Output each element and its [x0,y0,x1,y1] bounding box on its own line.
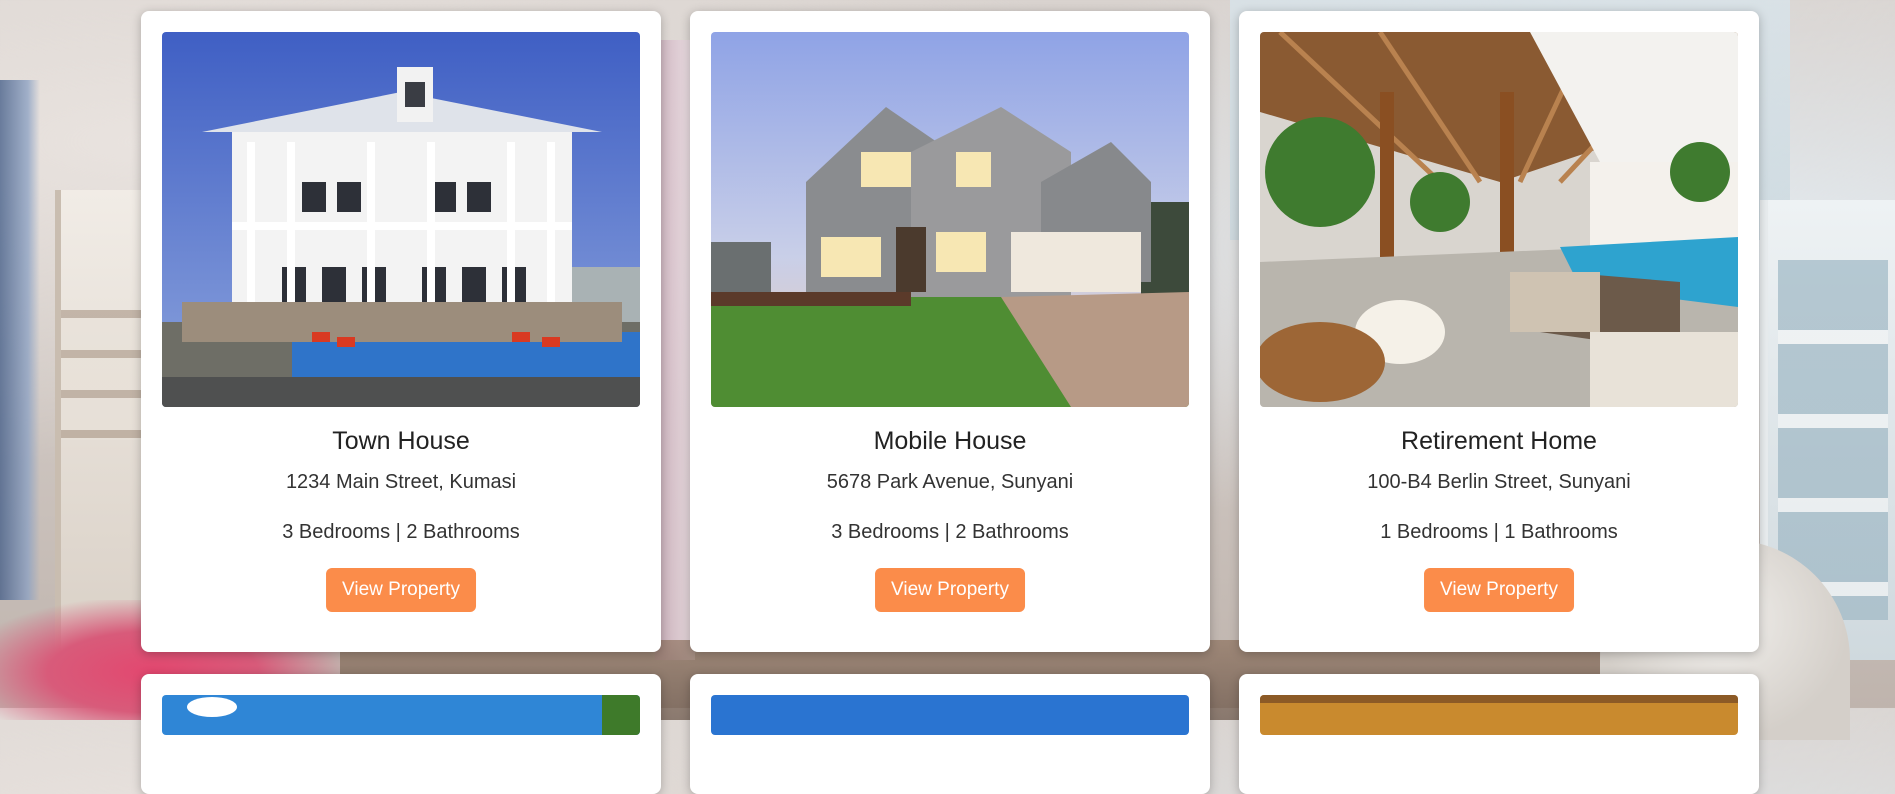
property-image[interactable] [162,32,640,407]
property-card: Town House 1234 Main Street, Kumasi 3 Be… [141,11,661,652]
background-curtain [0,80,40,600]
property-title: Town House [332,427,470,455]
property-image[interactable] [711,32,1189,407]
partial-photo [711,695,1189,735]
retirement-home-photo [1260,32,1738,407]
property-image[interactable] [1260,32,1738,407]
property-title: Retirement Home [1401,427,1597,455]
partial-photo [1260,695,1738,735]
property-card-partial [141,674,661,794]
property-image-partial[interactable] [711,695,1189,735]
property-card-partial [690,674,1210,794]
view-property-button[interactable]: View Property [326,568,476,612]
view-property-button[interactable]: View Property [875,568,1025,612]
background-curtain [655,40,695,660]
property-card-partial [1239,674,1759,794]
property-image-partial[interactable] [1260,695,1738,735]
property-rooms: 3 Bedrooms | 2 Bathrooms [282,521,520,543]
property-rooms: 1 Bedrooms | 1 Bathrooms [1380,521,1618,543]
property-address: 5678 Park Avenue, Sunyani [826,471,1074,493]
partial-photo [162,695,640,735]
mobile-house-photo [711,32,1189,407]
property-card: Retirement Home 100-B4 Berlin Street, Su… [1239,11,1759,652]
background-bookshelf [1760,200,1895,660]
property-address: 100-B4 Berlin Street, Sunyani [1367,471,1631,493]
background-shelf [55,190,146,660]
property-title: Mobile House [873,427,1027,455]
property-image-partial[interactable] [162,695,640,735]
property-address: 1234 Main Street, Kumasi [285,471,517,493]
property-card: Mobile House 5678 Park Avenue, Sunyani 3… [690,11,1210,652]
property-rooms: 3 Bedrooms | 2 Bathrooms [831,521,1069,543]
view-property-button[interactable]: View Property [1424,568,1574,612]
town-house-photo [162,32,640,407]
